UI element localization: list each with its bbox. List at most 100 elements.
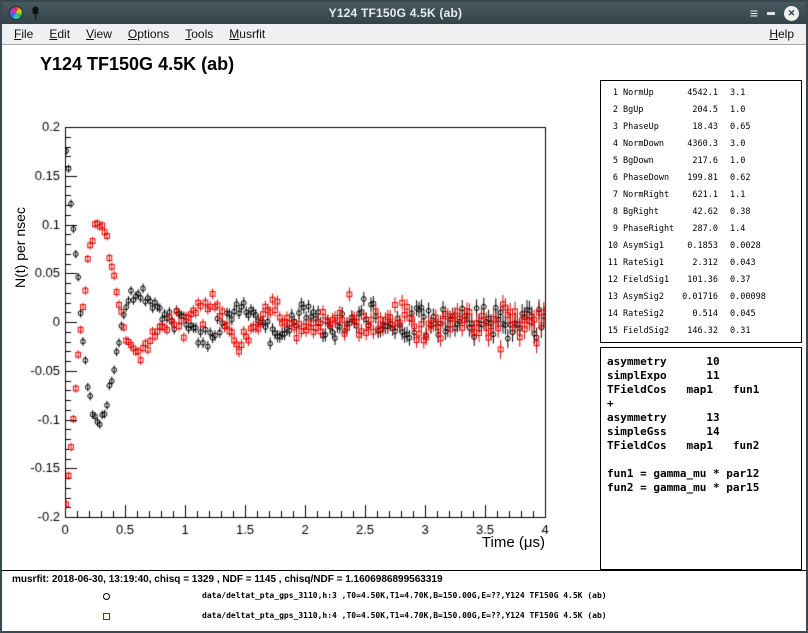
param-val: 621.1	[678, 187, 718, 204]
param-err: 3.1	[718, 85, 801, 102]
theory-line: TFieldCos map1 fun1	[607, 383, 801, 397]
param-err: 0.043	[718, 255, 801, 272]
minimize-icon[interactable]	[767, 12, 775, 15]
param-err: 0.31	[718, 323, 801, 340]
param-err: 0.00098	[718, 289, 801, 306]
theory-line: fun2 = gamma_mu * par15	[607, 481, 801, 495]
param-val: 287.0	[678, 221, 718, 238]
param-num: 6	[605, 170, 618, 187]
fit-parameters-box: 1NormUp4542.13.12BgUp204.51.03PhaseUp18.…	[600, 80, 802, 343]
pin-icon[interactable]	[30, 6, 41, 20]
param-val: 18.43	[678, 119, 718, 136]
param-val: 0.1853	[678, 238, 718, 255]
param-val: 101.36	[678, 272, 718, 289]
menu-view[interactable]: View	[78, 25, 120, 43]
close-icon[interactable]: ✕	[784, 6, 799, 21]
param-row: 9PhaseRight287.01.4	[605, 221, 801, 238]
param-err: 1.0	[718, 153, 801, 170]
legend-label: data/deltat_pta_gps_3110,h:3 ,T0=4.50K,T…	[202, 591, 607, 600]
param-val: 0.514	[678, 306, 718, 323]
param-row: 15FieldSig2146.320.31	[605, 323, 801, 340]
legend-row: data/deltat_pta_gps_3110,h:3 ,T0=4.50K,T…	[2, 590, 806, 606]
param-num: 11	[605, 255, 618, 272]
param-row: 8BgRight42.620.38	[605, 204, 801, 221]
param-err: 0.0028	[718, 238, 801, 255]
param-val: 146.32	[678, 323, 718, 340]
menubar: FileEditViewOptionsToolsMusrfit Help	[2, 24, 806, 45]
param-val: 199.81	[678, 170, 718, 187]
param-num: 15	[605, 323, 618, 340]
menubar-right: Help	[761, 25, 802, 43]
window-menu-icon[interactable]: ≡	[750, 6, 758, 20]
fit-status-line: musrfit: 2018-06-30, 13:19:40, chisq = 1…	[12, 574, 443, 585]
param-err: 1.4	[718, 221, 801, 238]
param-num: 9	[605, 221, 618, 238]
theory-line: asymmetry 13	[607, 411, 801, 425]
legend-label: data/deltat_pta_gps_3110,h:4 ,T0=4.50K,T…	[202, 611, 607, 620]
legend-row: data/deltat_pta_gps_3110,h:4 ,T0=4.50K,T…	[2, 610, 806, 626]
param-row: 5BgDown217.61.0	[605, 153, 801, 170]
param-name: BgRight	[618, 204, 678, 221]
menu-tools[interactable]: Tools	[177, 25, 221, 43]
param-val: 42.62	[678, 204, 718, 221]
param-row: 14RateSig20.5140.045	[605, 306, 801, 323]
param-num: 7	[605, 187, 618, 204]
param-name: PhaseDown	[618, 170, 678, 187]
param-row: 7NormRight621.11.1	[605, 187, 801, 204]
param-num: 10	[605, 238, 618, 255]
param-name: NormRight	[618, 187, 678, 204]
param-num: 3	[605, 119, 618, 136]
param-val: 4360.3	[678, 136, 718, 153]
menubar-left: FileEditViewOptionsToolsMusrfit	[6, 25, 273, 43]
param-num: 2	[605, 102, 618, 119]
param-row: 11RateSig12.3120.043	[605, 255, 801, 272]
param-num: 8	[605, 204, 618, 221]
param-val: 0.01716	[678, 289, 718, 306]
param-val: 2.312	[678, 255, 718, 272]
param-name: RateSig1	[618, 255, 678, 272]
param-err: 0.62	[718, 170, 801, 187]
param-num: 5	[605, 153, 618, 170]
param-err: 0.65	[718, 119, 801, 136]
titlebar[interactable]: Y124 TF150G 4.5K (ab) ≡ ✕	[2, 2, 806, 24]
param-name: AsymSig2	[618, 289, 678, 306]
param-name: PhaseRight	[618, 221, 678, 238]
param-name: BgDown	[618, 153, 678, 170]
param-err: 3.0	[718, 136, 801, 153]
menu-options[interactable]: Options	[120, 25, 177, 43]
menu-help[interactable]: Help	[761, 25, 802, 43]
param-name: AsymSig1	[618, 238, 678, 255]
theory-line: simpleGss 14	[607, 425, 801, 439]
theory-line: TFieldCos map1 fun2	[607, 439, 801, 453]
param-num: 14	[605, 306, 618, 323]
param-num: 12	[605, 272, 618, 289]
plot-title: Y124 TF150G 4.5K (ab)	[40, 54, 234, 75]
footer-separator	[2, 570, 806, 571]
param-err: 0.38	[718, 204, 801, 221]
param-val: 204.5	[678, 102, 718, 119]
menu-edit[interactable]: Edit	[41, 25, 78, 43]
legend-circle-marker-icon	[103, 593, 110, 600]
param-row: 6PhaseDown199.810.62	[605, 170, 801, 187]
window-title: Y124 TF150G 4.5K (ab)	[41, 6, 750, 20]
app-window: Y124 TF150G 4.5K (ab) ≡ ✕ FileEditViewOp…	[0, 0, 808, 633]
param-num: 4	[605, 136, 618, 153]
param-err: 1.1	[718, 187, 801, 204]
param-name: NormUp	[618, 85, 678, 102]
param-row: 2BgUp204.51.0	[605, 102, 801, 119]
param-name: RateSig2	[618, 306, 678, 323]
theory-line: +	[607, 397, 801, 411]
root-canvas: Y124 TF150G 4.5K (ab) N(t) per nsec Time…	[2, 45, 806, 631]
param-row: 3PhaseUp18.430.65	[605, 119, 801, 136]
app-icon	[9, 6, 23, 20]
param-name: NormDown	[618, 136, 678, 153]
x-axis-title: Time (μs)	[482, 534, 545, 551]
param-name: FieldSig2	[618, 323, 678, 340]
menu-musrfit[interactable]: Musrfit	[221, 25, 273, 43]
param-val: 4542.1	[678, 85, 718, 102]
param-err: 0.045	[718, 306, 801, 323]
param-row: 13AsymSig20.017160.00098	[605, 289, 801, 306]
param-val: 217.6	[678, 153, 718, 170]
menu-file[interactable]: File	[6, 25, 41, 43]
theory-line: simplExpo 11	[607, 369, 801, 383]
